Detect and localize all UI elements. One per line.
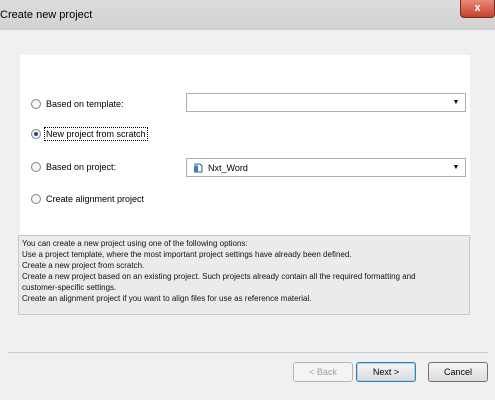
dropdown-arrow-icon[interactable]: ▼	[450, 99, 462, 106]
dialog-body: Based on template: ▼ New project from sc…	[0, 30, 495, 400]
cancel-button[interactable]: Cancel	[428, 362, 488, 382]
description-line: Use a project template, where the most i…	[22, 250, 352, 259]
radio-create-alignment[interactable]: Create alignment project	[31, 192, 144, 206]
radio-button[interactable]	[31, 194, 41, 204]
project-dropdown-value: Nxt_Word	[208, 162, 248, 173]
description-line: You can create a new project using one o…	[22, 239, 248, 248]
radio-label-template: Based on template:	[46, 99, 124, 109]
close-icon: x	[474, 2, 481, 14]
next-button[interactable]: Next >	[356, 362, 416, 382]
button-separator	[8, 352, 488, 353]
dropdown-arrow-icon[interactable]: ▼	[450, 164, 462, 171]
description-line: Create a new project from scratch.	[22, 261, 145, 270]
close-button[interactable]: x	[460, 0, 495, 18]
window-title: Create new project	[0, 9, 93, 21]
project-icon	[193, 163, 203, 173]
back-button[interactable]: < Back	[293, 362, 353, 382]
radio-based-on-template[interactable]: Based on template:	[31, 97, 124, 111]
description-line: Create an alignment project if you want …	[22, 294, 312, 303]
description-line: Create a new project based on an existin…	[22, 272, 416, 281]
radio-label-project: Based on project:	[46, 162, 117, 172]
project-options-panel: Based on template: ▼ New project from sc…	[20, 55, 470, 245]
radio-label-alignment: Create alignment project	[46, 194, 145, 204]
radio-button[interactable]	[31, 99, 41, 109]
radio-new-from-scratch[interactable]: New project from scratch	[31, 127, 148, 141]
radio-button[interactable]	[31, 129, 41, 139]
radio-button[interactable]	[31, 162, 41, 172]
description-panel: You can create a new project using one o…	[18, 235, 470, 315]
project-dropdown[interactable]: Nxt_Word ▼	[186, 158, 466, 177]
radio-based-on-project[interactable]: Based on project:	[31, 160, 116, 174]
radio-label-scratch: New project from scratch	[44, 127, 148, 141]
title-bar: Create new project x	[0, 0, 495, 30]
template-dropdown[interactable]: ▼	[186, 93, 466, 112]
description-line: customer-specific settings.	[22, 283, 117, 292]
